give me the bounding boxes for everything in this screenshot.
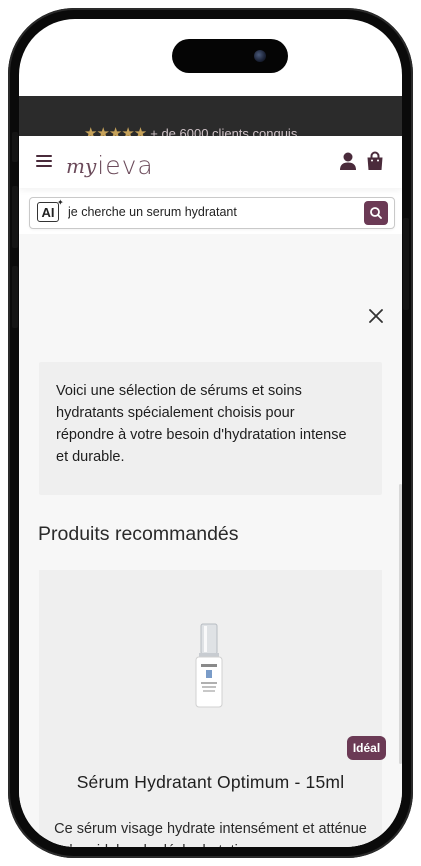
scrollbar[interactable] xyxy=(399,484,402,764)
sparkle-icon: ✦ xyxy=(57,198,64,207)
myieva-logo[interactable]: my ieva xyxy=(66,142,154,182)
phone-volume-down-button xyxy=(12,266,18,328)
phone-screen: ★★★★★ + de 6000 clients conquis my ieva xyxy=(19,19,402,847)
search-icon xyxy=(370,207,382,219)
close-icon[interactable] xyxy=(367,307,385,325)
rating-stars-icon: ★★★★★ xyxy=(84,125,147,136)
camera-lens-icon xyxy=(254,50,266,62)
product-card[interactable]: Idéal Sérum Hydratant Optimum - 15ml Ce … xyxy=(39,570,386,847)
product-name[interactable]: Sérum Hydratant Optimum - 15ml xyxy=(39,772,382,793)
menu-icon[interactable] xyxy=(36,155,52,167)
site-header: my ieva xyxy=(19,136,402,188)
phone-volume-up-button xyxy=(12,186,18,248)
ai-answer-box: Voici une sélection de sérums et soins h… xyxy=(39,362,382,495)
user-icon[interactable] xyxy=(337,149,359,173)
ai-answer-text: Voici une sélection de sérums et soins h… xyxy=(56,383,347,465)
search-button[interactable] xyxy=(364,201,388,225)
ai-assistant-icon: AI xyxy=(37,202,59,222)
phone-frame: ★★★★★ + de 6000 clients conquis my ieva xyxy=(8,8,413,858)
shopping-bag-icon[interactable] xyxy=(364,149,386,173)
dynamic-island xyxy=(172,39,288,73)
ai-search-bar: AI ✦ xyxy=(29,197,395,229)
logo-script: my xyxy=(66,154,97,178)
search-input[interactable] xyxy=(68,205,348,219)
product-image[interactable] xyxy=(187,622,231,712)
phone-power-button xyxy=(403,218,409,310)
product-description: Ce sérum visage hydrate intensément et a… xyxy=(54,821,367,847)
phone-action-button xyxy=(12,132,18,162)
logo-word: ieva xyxy=(97,151,154,180)
section-title: Produits recommandés xyxy=(38,523,239,545)
promo-text: + de 6000 clients conquis xyxy=(150,125,298,137)
promo-banner: ★★★★★ + de 6000 clients conquis xyxy=(19,96,402,136)
ideal-badge: Idéal xyxy=(347,736,386,760)
ai-results-panel: Voici une sélection de sérums et soins h… xyxy=(19,234,402,847)
